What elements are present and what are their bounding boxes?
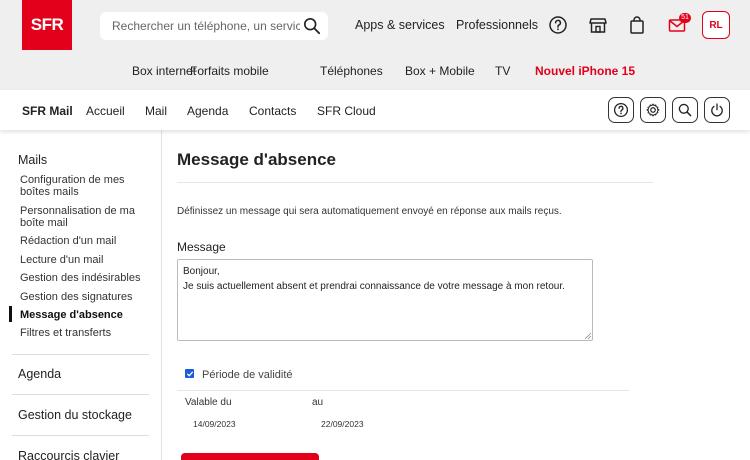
page-description: Définissez un message qui sera automatiq…: [177, 206, 562, 217]
from-date-field[interactable]: 14/09/2023: [193, 419, 236, 429]
apps-services-link[interactable]: Apps & services: [355, 18, 445, 32]
page-title: Message d'absence: [177, 150, 337, 169]
sidebar-section-agenda[interactable]: Agenda: [18, 367, 61, 381]
sidebar-item-configuration[interactable]: Configuration de mes boîtes mails: [20, 174, 152, 198]
from-date-label: Valable du: [185, 397, 232, 408]
absence-message-textarea[interactable]: [177, 259, 593, 341]
active-item-indicator: [9, 306, 12, 322]
search-bar[interactable]: [100, 12, 328, 40]
sidebar-heading-mails[interactable]: Mails: [18, 153, 47, 167]
account-avatar[interactable]: RL: [702, 11, 730, 39]
mail-nav-accueil[interactable]: Accueil: [86, 104, 125, 118]
sidebar-item-personnalisation[interactable]: Personnalisation de ma boîte mail: [20, 205, 152, 229]
shopping-bag-icon[interactable]: [627, 15, 647, 35]
gear-icon: [646, 103, 660, 117]
nav-box-mobile[interactable]: Box + Mobile: [405, 64, 475, 78]
message-label: Message: [177, 240, 226, 254]
nav-box-internet[interactable]: Box internet: [132, 64, 196, 78]
power-icon: [711, 103, 723, 117]
search-icon[interactable]: [303, 17, 321, 35]
help-button[interactable]: [608, 97, 634, 123]
mail-nav-mail[interactable]: Mail: [145, 104, 167, 118]
professionnels-link[interactable]: Professionnels: [456, 18, 538, 32]
mail-nav-sfr-cloud[interactable]: SFR Cloud: [317, 104, 376, 118]
nav-telephones[interactable]: Téléphones: [320, 64, 383, 78]
mail-nav-agenda[interactable]: Agenda: [187, 104, 228, 118]
sidebar-item-filtres[interactable]: Filtres et transferts: [20, 327, 152, 339]
sfr-logo[interactable]: SFR: [22, 0, 72, 50]
validity-checkbox[interactable]: [185, 369, 194, 378]
sidebar-item-signatures[interactable]: Gestion des signatures: [20, 291, 152, 303]
divider: [177, 182, 653, 183]
sidebar-item-message-absence[interactable]: Message d'absence: [20, 309, 152, 321]
mail-subheader: SFR Mail Accueil Mail Agenda Contacts SF…: [0, 90, 750, 130]
sidebar-section-raccourcis[interactable]: Raccourcis clavier: [18, 449, 119, 460]
search-input[interactable]: [112, 19, 300, 33]
divider: [177, 390, 629, 391]
resize-handle-icon[interactable]: [584, 332, 592, 340]
mail-nav-contacts[interactable]: Contacts: [249, 104, 296, 118]
checkmark-icon: [186, 371, 193, 376]
nav-nouvel-iphone[interactable]: Nouvel iPhone 15: [535, 64, 635, 78]
mail-count-badge: 51: [679, 13, 691, 23]
settings-button[interactable]: [640, 97, 666, 123]
help-icon[interactable]: [548, 15, 568, 35]
nav-tv[interactable]: TV: [495, 64, 510, 78]
sidebar-section-stockage[interactable]: Gestion du stockage: [18, 408, 132, 422]
top-header: SFR Apps & services Professionnels 51 RL…: [0, 0, 750, 90]
sidebar-item-indesirables[interactable]: Gestion des indésirables: [20, 272, 152, 284]
search-icon: [678, 103, 692, 117]
to-date-field[interactable]: 22/09/2023: [321, 419, 364, 429]
nav-forfaits-mobile[interactable]: Forfaits mobile: [190, 64, 269, 78]
help-icon: [613, 102, 629, 118]
sfr-mail-brand[interactable]: SFR Mail: [22, 104, 73, 118]
sidebar-divider: [12, 435, 149, 436]
to-date-label: au: [312, 397, 324, 408]
sidebar-item-redaction[interactable]: Rédaction d'un mail: [20, 235, 152, 247]
store-icon[interactable]: [588, 15, 608, 35]
validity-checkbox-label[interactable]: Période de validité: [202, 369, 293, 381]
sidebar-divider: [12, 354, 149, 355]
save-button[interactable]: [181, 453, 319, 460]
mail-search-button[interactable]: [672, 97, 698, 123]
sidebar-item-lecture[interactable]: Lecture d'un mail: [20, 254, 152, 266]
sidebar-divider: [12, 394, 149, 395]
settings-sidebar: Mails Configuration de mes boîtes mails …: [0, 130, 162, 460]
logout-button[interactable]: [704, 97, 730, 123]
